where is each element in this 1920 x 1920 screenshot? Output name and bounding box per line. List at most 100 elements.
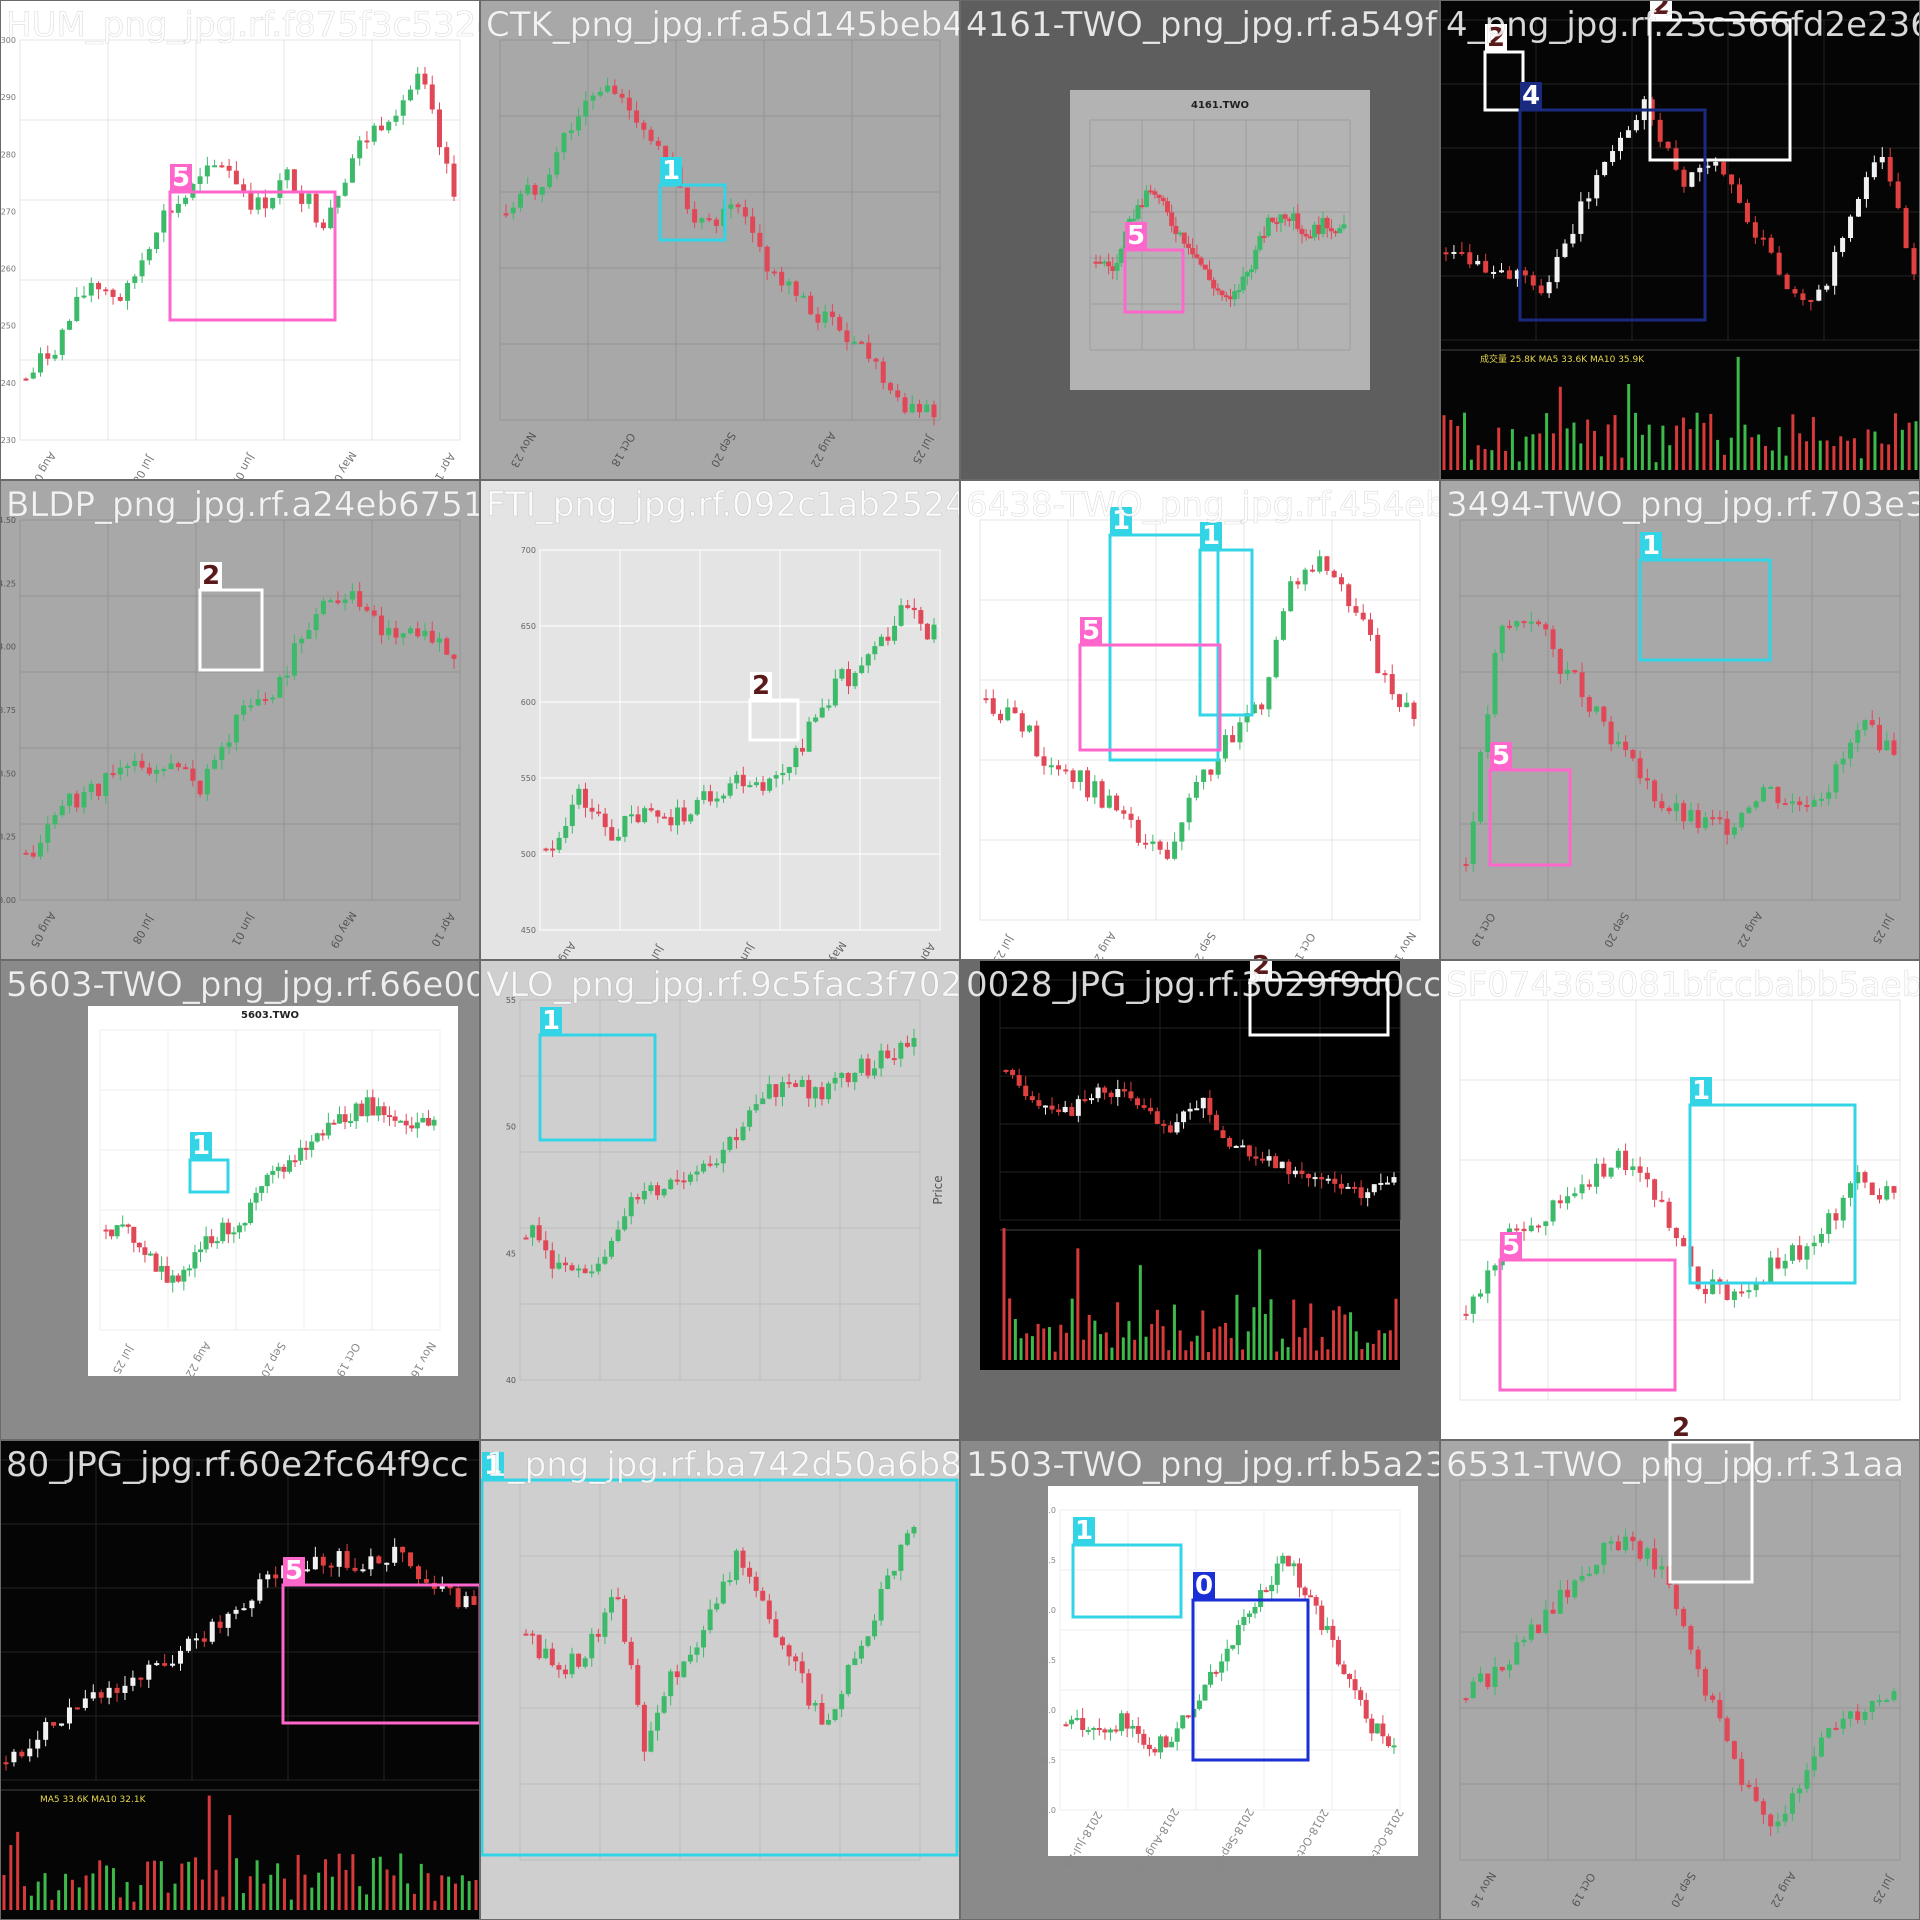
candle-body bbox=[38, 353, 44, 373]
candle-body bbox=[1673, 803, 1679, 812]
tile-6[interactable]: 700650600550500450Aug 05 Jul 08 Jun 01 May … bbox=[479, 479, 1010, 980]
candle-body bbox=[393, 115, 399, 122]
candle-body bbox=[1358, 1690, 1364, 1700]
candle-body bbox=[241, 705, 247, 715]
tile-9[interactable]: 5603.TWOJul 25 Aug 22 Sep 20 Oct 19 Nov 1615… bbox=[0, 959, 549, 1441]
volume-bar bbox=[1070, 1298, 1074, 1360]
volume-bar bbox=[1280, 1338, 1284, 1360]
volume-bar bbox=[385, 1869, 389, 1910]
tile-7[interactable]: Jul 25 Aug 22 Sep 20 Oct 19 Nov 161 156438-TW… bbox=[959, 479, 1490, 970]
candle-body bbox=[602, 1256, 608, 1264]
candle-body bbox=[1871, 162, 1877, 178]
volume-bar bbox=[194, 1857, 198, 1910]
candle-body bbox=[436, 109, 442, 148]
candle-body bbox=[780, 772, 786, 776]
candle-body bbox=[1194, 254, 1200, 258]
volume-bar bbox=[105, 1865, 109, 1910]
candle-body bbox=[45, 353, 51, 359]
candle-body bbox=[1113, 1729, 1119, 1732]
volume-bar bbox=[23, 1886, 27, 1910]
candle-body bbox=[837, 317, 843, 331]
tile-16[interactable]: Nov 16 Oct 19 Sep 20 Aug 22 Jul 2526531-TWO_… bbox=[1439, 1413, 1920, 1920]
volume-bar bbox=[57, 1890, 61, 1910]
candle-body bbox=[114, 1687, 120, 1693]
candle-body bbox=[1198, 257, 1204, 265]
candle-body bbox=[1804, 1770, 1810, 1789]
candle-body bbox=[608, 1240, 614, 1257]
candle-body bbox=[1903, 208, 1909, 249]
candle-body bbox=[1202, 264, 1208, 270]
candle-body bbox=[642, 808, 648, 823]
volume-bar bbox=[1002, 1228, 1006, 1360]
candle-body bbox=[1608, 1167, 1614, 1177]
candle-body bbox=[371, 125, 377, 142]
candle-body bbox=[1114, 795, 1120, 811]
tile-filename: FTI_png_jpg.rf.092c1ab252438 bbox=[486, 485, 1010, 525]
candle-body bbox=[895, 390, 901, 398]
candle-body bbox=[1389, 674, 1395, 695]
candle-body bbox=[766, 1600, 772, 1620]
tile-12[interactable]: 1 5 SF074363081bfccbabb5aeb bbox=[1439, 959, 1920, 1441]
tile-filename: SF074363081bfccbabb5aeb bbox=[1446, 965, 1920, 1005]
tile-11[interactable]: 20028_JPG_jpg.rf.3029f9d0cc8f bbox=[959, 951, 1477, 1441]
candle-body bbox=[309, 1141, 315, 1150]
candle-body bbox=[1884, 740, 1890, 751]
candle-body bbox=[1119, 1713, 1125, 1732]
candle-body bbox=[885, 636, 891, 641]
volume-bar bbox=[1887, 444, 1891, 470]
volume-legend: MA5 33.6K MA10 32.1K bbox=[40, 1795, 147, 1805]
chart-panel bbox=[480, 1440, 960, 1920]
volume-bar bbox=[16, 1831, 20, 1910]
candle-body bbox=[400, 1546, 406, 1553]
volume-bar bbox=[460, 1875, 464, 1910]
candle-body bbox=[549, 1648, 555, 1666]
volume-bar bbox=[1314, 1350, 1318, 1360]
candle-body bbox=[1557, 1589, 1563, 1614]
tile-4[interactable]: 成交量 25.8K MA5 33.6K MA10 35.9K2244_png_j… bbox=[1439, 0, 1920, 481]
volume-bar bbox=[1579, 443, 1583, 470]
tile-8[interactable]: Oct 19 Sep 20 Aug 22 Jul 25153494-TWO_png_j… bbox=[1439, 479, 1920, 961]
candle-body bbox=[1380, 1723, 1386, 1737]
volume-bar bbox=[29, 1895, 33, 1910]
candle-body bbox=[291, 643, 297, 676]
candle-body bbox=[720, 1149, 726, 1164]
candle-body bbox=[376, 1556, 382, 1564]
candle-body bbox=[1114, 262, 1120, 271]
candle-body bbox=[291, 169, 297, 191]
tile-14[interactable]: 11_png_jpg.rf.ba742d50a6b82 bbox=[479, 1439, 984, 1920]
candle-body bbox=[109, 1229, 115, 1237]
candle-body bbox=[1768, 237, 1774, 253]
candle-body bbox=[822, 311, 828, 323]
candle-body bbox=[233, 1609, 239, 1614]
candle-body bbox=[1152, 191, 1158, 195]
candle-body bbox=[45, 824, 51, 843]
tile-15[interactable]: 22.021.521.020.520.019.519.0 2018-Jul-26 2… bbox=[959, 1439, 1480, 1920]
candle-body bbox=[43, 1722, 49, 1740]
candle-body bbox=[1895, 181, 1901, 209]
candle-body bbox=[582, 788, 588, 808]
candle-body bbox=[1666, 1201, 1672, 1228]
candle-body bbox=[543, 848, 549, 851]
candle-body bbox=[733, 1550, 739, 1581]
volume-bar bbox=[1777, 427, 1781, 470]
chart-panel bbox=[1048, 1486, 1418, 1856]
candle-body bbox=[277, 180, 283, 198]
candle-body bbox=[1594, 175, 1600, 199]
volume-bar bbox=[1675, 425, 1679, 470]
candle-body bbox=[1219, 290, 1225, 296]
volume-bar bbox=[84, 1875, 88, 1910]
candle-body bbox=[799, 1079, 805, 1087]
candle-body bbox=[619, 93, 625, 98]
detection-label: 2 bbox=[752, 671, 770, 701]
tile-filename: 4_png_jpg.rf.23c366fd2e23640909e bbox=[1446, 5, 1920, 45]
candle-body bbox=[998, 713, 1004, 721]
volume-bar bbox=[426, 1873, 430, 1910]
volume-bar bbox=[1116, 1302, 1120, 1360]
volume-bar bbox=[1082, 1339, 1086, 1360]
tile-13[interactable]: MA5 33.6K MA10 32.1K 5 80_JPG_jpg.rf.60e2f… bbox=[0, 1439, 482, 1920]
candle-body bbox=[320, 600, 326, 615]
volume-bar bbox=[1517, 461, 1521, 470]
candle-body bbox=[826, 1083, 832, 1100]
candle-body bbox=[819, 1703, 825, 1725]
candle-body bbox=[185, 1638, 191, 1651]
